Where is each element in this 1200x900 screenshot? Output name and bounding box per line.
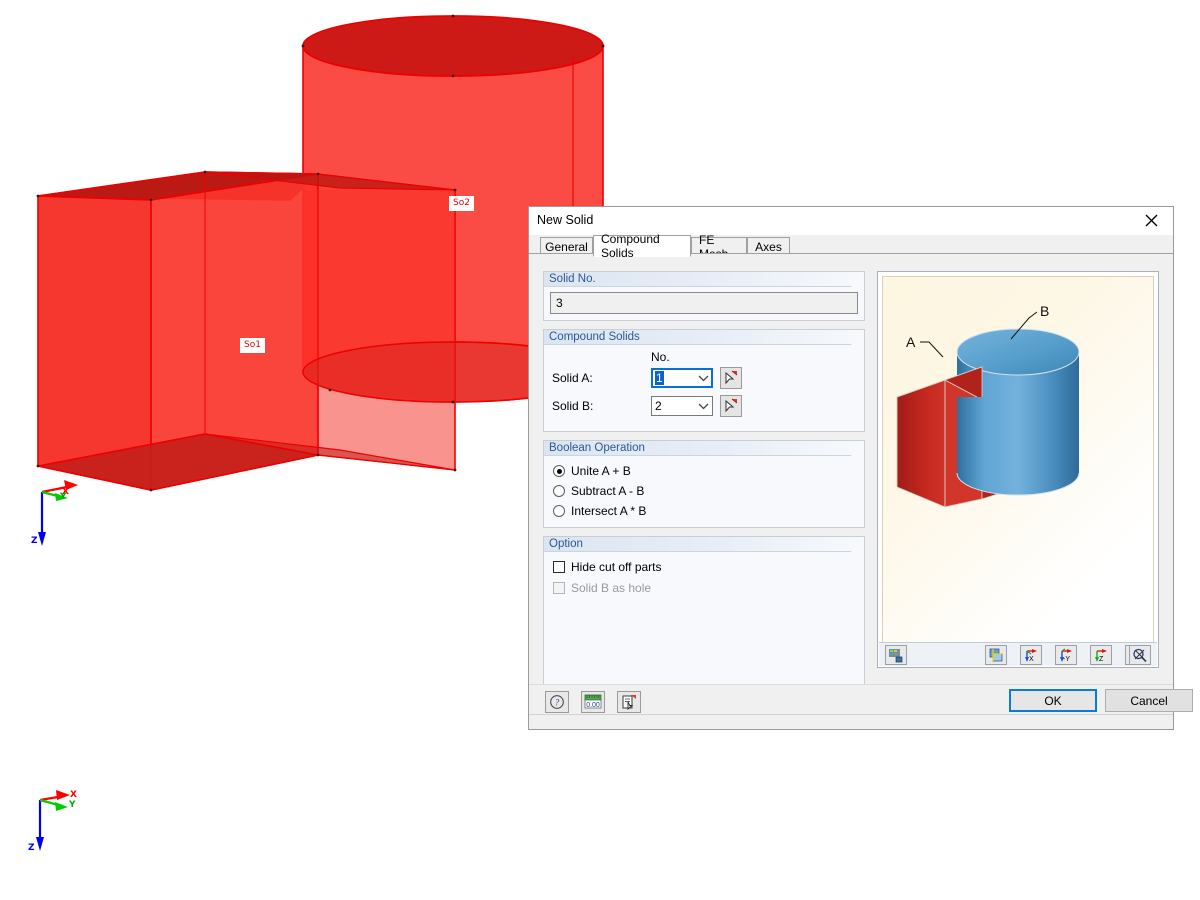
axis-y-label-main: Y — [60, 492, 67, 502]
radio-unite-indicator — [553, 465, 565, 477]
axis-y-label-corner: Y — [69, 800, 76, 810]
dialog-tabstrip: General Compound Solids FE Mesh Axes — [529, 232, 1173, 261]
view-negative-y-button[interactable]: -Y — [1055, 645, 1077, 665]
solid-b-label: Solid B: — [552, 399, 594, 413]
radio-subtract[interactable]: Subtract A - B — [553, 484, 856, 498]
solid-no-group-title: Solid No. — [544, 272, 864, 287]
solid-label-so1: So1 — [240, 338, 265, 353]
solid-label-so2: So2 — [449, 196, 474, 211]
zoom-all-button[interactable] — [1129, 645, 1151, 665]
help-question-icon: ? — [550, 695, 564, 709]
svg-text:X: X — [1029, 656, 1034, 663]
solid-b-value: 2 — [655, 399, 662, 413]
radio-intersect-indicator — [553, 505, 565, 517]
view-negative-y-icon: -Y — [1060, 648, 1072, 663]
checkbox-solid-b-as-hole: Solid B as hole — [553, 581, 856, 595]
solid-b-pick-button[interactable] — [720, 395, 742, 417]
solid-b-row: Solid B: 2 — [552, 395, 856, 417]
solid-no-input[interactable]: 3 — [550, 292, 858, 314]
chevron-down-icon — [698, 397, 709, 415]
solid-a-select[interactable]: 1 — [651, 368, 713, 388]
view-x-icon: X — [1025, 648, 1037, 663]
radio-intersect[interactable]: Intersect A * B — [553, 504, 856, 518]
preview-label-b: B — [1040, 303, 1049, 319]
dialog-titlebar[interactable]: New Solid — [529, 207, 1173, 235]
preview-canvas[interactable]: B A — [882, 276, 1154, 647]
preview-toolbar: X -Y Z — [879, 642, 1157, 666]
comment-button[interactable] — [617, 691, 641, 713]
view-plane-button[interactable] — [985, 645, 1007, 665]
render-mode-icon — [889, 648, 903, 662]
preview-cylinder-top — [956, 328, 1080, 376]
svg-text:-Y: -Y — [1063, 656, 1070, 663]
solid-b-select[interactable]: 2 — [651, 396, 713, 416]
screen: So1 So2 X Y Z X Y Z New Solid General Co… — [0, 0, 1200, 900]
axis-x-label-corner: X — [70, 790, 77, 800]
checkbox-solid-b-as-hole-label: Solid B as hole — [571, 581, 652, 595]
preview-panel: B A X -Y Z — [877, 271, 1159, 668]
units-0-00-icon: 0.00 — [584, 694, 602, 709]
solid-a-value: 1 — [655, 371, 664, 385]
view-z-icon: Z — [1095, 648, 1107, 663]
radio-unite-label: Unite A + B — [571, 464, 631, 478]
view-x-button[interactable]: X — [1020, 645, 1042, 665]
solid-a-row: Solid A: 1 — [552, 367, 856, 389]
help-button[interactable]: ? — [545, 691, 569, 713]
cancel-button[interactable]: Cancel — [1105, 689, 1193, 712]
svg-text:?: ? — [555, 698, 560, 708]
solid-no-group: Solid No. 3 — [543, 271, 865, 321]
render-mode-button[interactable] — [885, 645, 907, 665]
svg-text:0.00: 0.00 — [586, 702, 600, 709]
checkbox-solid-b-as-hole-box — [553, 582, 565, 594]
solid-a-label: Solid A: — [552, 371, 593, 385]
dialog-title: New Solid — [537, 213, 594, 227]
new-solid-dialog: New Solid General Compound Solids FE Mes… — [528, 206, 1193, 730]
comment-note-icon — [622, 695, 636, 710]
settings-column: Solid No. 3 Compound Solids No. Solid A:… — [543, 271, 865, 696]
preview-label-a: A — [906, 334, 916, 350]
svg-text:Z: Z — [1099, 656, 1104, 663]
close-icon[interactable] — [1129, 207, 1173, 234]
radio-intersect-label: Intersect A * B — [571, 504, 647, 518]
cylinder-top-face — [302, 15, 604, 77]
compound-solids-column-header: No. — [651, 350, 670, 364]
dialog-body: Solid No. 3 Compound Solids No. Solid A:… — [529, 254, 1173, 688]
chevron-down-icon — [698, 369, 709, 387]
compound-solids-group: Compound Solids No. Solid A: 1 Solid B: … — [543, 329, 865, 432]
pick-solid-icon — [725, 398, 738, 413]
ok-button[interactable]: OK — [1009, 689, 1097, 712]
units-button[interactable]: 0.00 — [581, 691, 605, 713]
checkbox-hide-cut-off-parts-label: Hide cut off parts — [571, 560, 662, 574]
pick-solid-icon — [725, 370, 738, 385]
option-group-title: Option — [544, 537, 864, 552]
zoom-all-icon — [1133, 648, 1147, 662]
preview-box-left-face — [896, 379, 946, 508]
dialog-footer: ? 0.00 OK Cancel — [529, 684, 1193, 729]
model-origin-axes — [38, 480, 78, 546]
radio-subtract-label: Subtract A - B — [571, 484, 645, 498]
corner-axes-widget — [36, 790, 70, 851]
checkbox-hide-cut-off-parts-box — [553, 561, 565, 573]
view-plane-icon — [989, 648, 1003, 661]
tab-compound-solids[interactable]: Compound Solids — [593, 232, 691, 260]
option-group: Option Hide cut off parts Solid B as hol… — [543, 536, 865, 688]
checkbox-hide-cut-off-parts[interactable]: Hide cut off parts — [553, 560, 856, 574]
boolean-operation-group: Boolean Operation Unite A + B Subtract A… — [543, 440, 865, 528]
preview-cylinder-front — [957, 397, 1079, 495]
solid-a-pick-button[interactable] — [720, 367, 742, 389]
footer-divider — [529, 714, 1173, 715]
radio-subtract-indicator — [553, 485, 565, 497]
axis-z-label-main: Z — [31, 536, 38, 546]
boolean-operation-group-title: Boolean Operation — [544, 441, 864, 456]
radio-unite[interactable]: Unite A + B — [553, 464, 856, 478]
compound-solids-group-title: Compound Solids — [544, 330, 864, 345]
axis-z-label-corner: Z — [28, 843, 35, 853]
view-z-button[interactable]: Z — [1090, 645, 1112, 665]
preview-3d-scene: B A — [896, 303, 1080, 508]
